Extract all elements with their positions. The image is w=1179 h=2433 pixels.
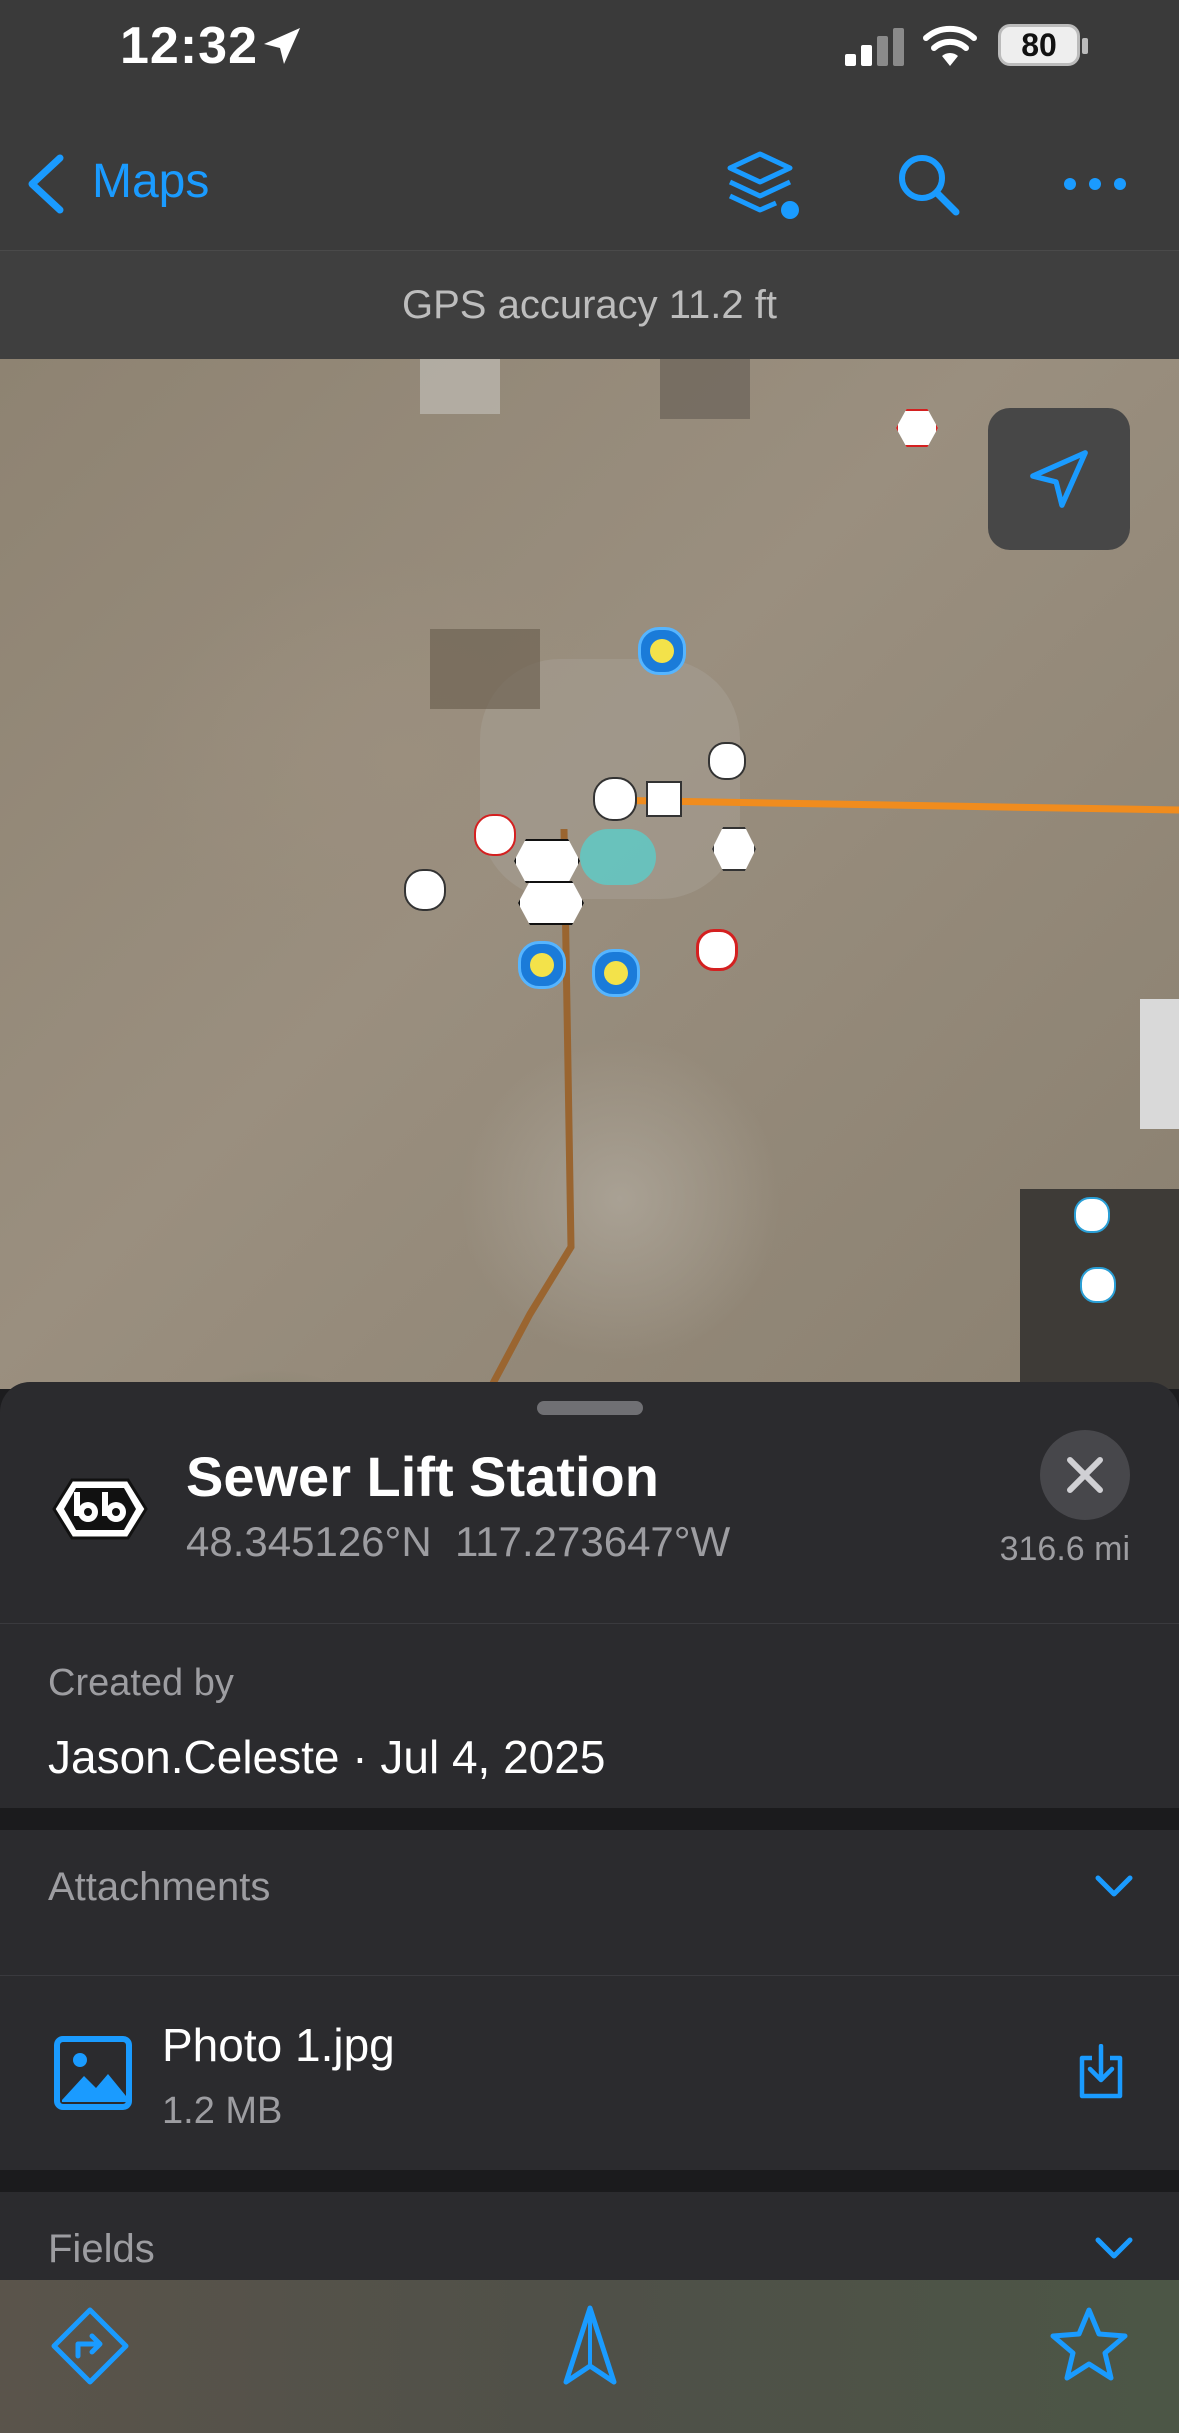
created-by-label: Created by bbox=[48, 1662, 234, 1704]
fields-header[interactable]: Fields bbox=[48, 2227, 155, 2272]
close-button[interactable] bbox=[1040, 1430, 1130, 1520]
feature-distance: 316.6 mi bbox=[999, 1530, 1130, 1568]
battery-cap bbox=[1082, 38, 1088, 54]
attachment-row[interactable] bbox=[0, 1976, 1179, 2170]
gps-accuracy-bar: GPS accuracy 11.2 ft bbox=[0, 251, 1179, 359]
divider bbox=[0, 1623, 1179, 1624]
directions-icon[interactable] bbox=[50, 2306, 130, 2386]
power-marker[interactable] bbox=[593, 777, 637, 821]
attachment-size: 1.2 MB bbox=[162, 2090, 283, 2132]
more-icon[interactable] bbox=[1062, 172, 1128, 196]
search-icon[interactable] bbox=[894, 150, 964, 220]
latitude: 48.345126°N bbox=[186, 1518, 432, 1565]
feature-title: Sewer Lift Station bbox=[186, 1445, 659, 1508]
medical-marker[interactable] bbox=[474, 814, 516, 856]
back-button[interactable]: Maps bbox=[92, 154, 209, 209]
chevron-down-icon[interactable] bbox=[1094, 2234, 1134, 2262]
section-gap bbox=[0, 1808, 1179, 1830]
blue-marker[interactable] bbox=[1080, 1267, 1116, 1303]
download-icon[interactable] bbox=[1076, 2044, 1126, 2100]
layers-icon[interactable] bbox=[724, 148, 804, 224]
manhole-marker[interactable] bbox=[592, 949, 640, 997]
compass-icon[interactable] bbox=[560, 2304, 620, 2388]
sheet-grabber[interactable] bbox=[537, 1401, 643, 1415]
selected-lift-station-marker[interactable] bbox=[580, 829, 656, 885]
chevron-down-icon[interactable] bbox=[1094, 1872, 1134, 1900]
chevron-left-icon[interactable] bbox=[22, 152, 68, 216]
created-by-value: Jason.Celeste · Jul 4, 2025 bbox=[48, 1731, 606, 1783]
lift-station-marker[interactable] bbox=[514, 839, 580, 883]
battery-icon: 80 bbox=[998, 24, 1080, 66]
photo-icon bbox=[54, 2036, 132, 2110]
recenter-arrow-icon bbox=[1030, 450, 1088, 508]
location-arrow-icon bbox=[264, 28, 300, 64]
longitude: 117.273647°W bbox=[455, 1518, 731, 1565]
signal-icon bbox=[845, 28, 904, 66]
lift-station-marker[interactable] bbox=[518, 881, 584, 925]
attachment-name: Photo 1.jpg bbox=[162, 2019, 395, 2071]
manhole-marker[interactable] bbox=[638, 627, 686, 675]
red-wheel-marker[interactable] bbox=[696, 929, 738, 971]
lift-station-icon bbox=[52, 1478, 148, 1540]
feature-coordinates: 48.345126°N 117.273647°W bbox=[186, 1518, 730, 1566]
recenter-button[interactable] bbox=[988, 408, 1130, 550]
manhole-marker[interactable] bbox=[518, 941, 566, 989]
wifi-icon bbox=[923, 25, 977, 66]
wheel-marker[interactable] bbox=[404, 869, 446, 911]
star-icon[interactable] bbox=[1050, 2306, 1128, 2382]
status-time: 12:32 bbox=[120, 17, 258, 75]
section-gap bbox=[0, 2170, 1179, 2192]
close-icon bbox=[1067, 1457, 1103, 1493]
valve-marker[interactable] bbox=[646, 781, 682, 817]
hydrant-marker[interactable] bbox=[708, 742, 746, 780]
attachments-header[interactable]: Attachments bbox=[48, 1865, 270, 1910]
blue-marker[interactable] bbox=[1074, 1197, 1110, 1233]
